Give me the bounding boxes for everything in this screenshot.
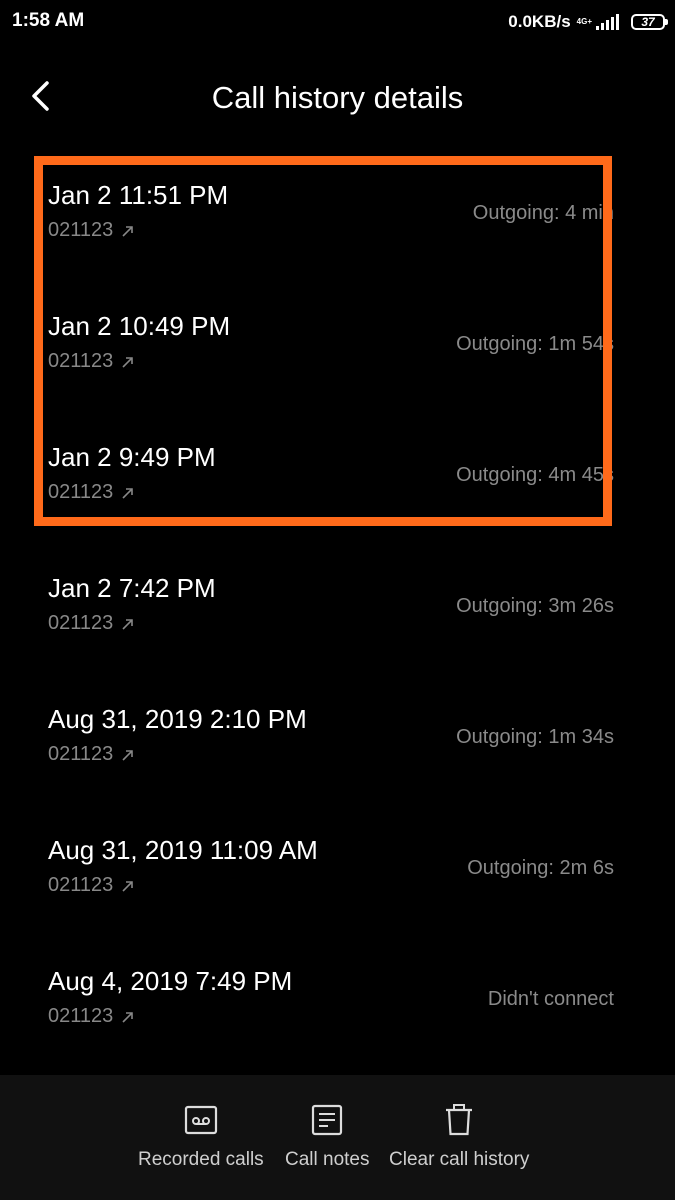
call-notes-label: Call notes bbox=[285, 1149, 370, 1170]
battery-icon: 37 bbox=[631, 14, 668, 30]
network-speed: 0.0KB/s bbox=[508, 12, 571, 31]
call-status: Outgoing: 4 min bbox=[472, 202, 614, 224]
call-notes-button[interactable]: Call notes bbox=[285, 1103, 370, 1171]
call-number-line: 021123 bbox=[48, 874, 135, 897]
call-row[interactable]: Jan 2 11:51 PM 021123 Outgoing: 4 min bbox=[0, 162, 675, 293]
call-status: Outgoing: 1m 54s bbox=[456, 333, 614, 355]
call-row[interactable]: Jan 2 9:49 PM 021123 Outgoing: 4m 45s bbox=[0, 424, 675, 555]
header: Call history details bbox=[0, 60, 675, 136]
page-title: Call history details bbox=[211, 80, 464, 115]
call-row[interactable]: Aug 31, 2019 11:09 AM 021123 Outgoing: 2… bbox=[0, 817, 675, 948]
call-row[interactable]: Jan 2 10:49 PM 021123 Outgoing: 1m 54s bbox=[0, 293, 675, 424]
call-number-line: 021123 bbox=[48, 481, 135, 504]
clear-call-history-label: Clear call history bbox=[389, 1149, 530, 1170]
call-datetime: Jan 2 10:49 PM bbox=[48, 311, 231, 341]
outgoing-arrow-icon bbox=[122, 880, 134, 892]
call-datetime: Jan 2 7:42 PM bbox=[48, 573, 216, 603]
call-number: 021123 bbox=[48, 1005, 114, 1027]
recorded-calls-button[interactable]: Recorded calls bbox=[138, 1103, 264, 1171]
call-row[interactable]: Jan 2 7:42 PM 021123 Outgoing: 3m 26s bbox=[0, 555, 675, 686]
call-row[interactable]: Aug 31, 2019 2:10 PM 021123 Outgoing: 1m… bbox=[0, 686, 675, 817]
clear-call-history-button[interactable]: Clear call history bbox=[389, 1103, 529, 1171]
outgoing-arrow-icon bbox=[122, 749, 134, 761]
bottom-action-bar: Recorded calls Call notes Clear call his… bbox=[0, 1075, 675, 1200]
call-number-line: 021123 bbox=[48, 350, 135, 373]
call-number: 021123 bbox=[48, 219, 114, 241]
call-number: 021123 bbox=[48, 612, 114, 634]
call-row[interactable]: Aug 4, 2019 7:49 PM 021123 Didn't connec… bbox=[0, 948, 675, 1079]
call-datetime: Aug 4, 2019 7:49 PM bbox=[48, 966, 293, 996]
call-status: Outgoing: 1m 34s bbox=[456, 726, 614, 748]
call-datetime: Aug 31, 2019 2:10 PM bbox=[48, 704, 307, 734]
call-status: Outgoing: 2m 6s bbox=[467, 857, 614, 879]
signal-icon bbox=[596, 14, 619, 30]
call-number-line: 021123 bbox=[48, 219, 135, 242]
outgoing-arrow-icon bbox=[122, 356, 134, 368]
status-time: 1:58 AM bbox=[12, 10, 85, 31]
call-number: 021123 bbox=[48, 743, 114, 765]
call-datetime: Jan 2 9:49 PM bbox=[48, 442, 216, 472]
call-number: 021123 bbox=[48, 481, 114, 503]
call-status: Outgoing: 3m 26s bbox=[456, 595, 614, 617]
call-status: Outgoing: 4m 45s bbox=[456, 464, 614, 486]
outgoing-arrow-icon bbox=[122, 618, 134, 630]
outgoing-arrow-icon bbox=[122, 1011, 134, 1023]
call-number: 021123 bbox=[48, 350, 114, 372]
call-status: Didn't connect bbox=[487, 988, 614, 1010]
call-number-line: 021123 bbox=[48, 612, 135, 635]
battery-level: 37 bbox=[641, 15, 655, 29]
status-bar: 1:58 AM 0.0KB/s 4G+ 37 bbox=[0, 0, 675, 44]
call-datetime: Aug 31, 2019 11:09 AM bbox=[48, 835, 318, 865]
cassette-icon bbox=[184, 1103, 218, 1137]
status-indicators: 0.0KB/s 4G+ 37 bbox=[508, 8, 668, 36]
notes-icon bbox=[310, 1103, 344, 1137]
call-number-line: 021123 bbox=[48, 743, 135, 766]
network-type: 4G+ bbox=[576, 17, 592, 26]
recorded-calls-label: Recorded calls bbox=[138, 1149, 264, 1170]
call-datetime: Jan 2 11:51 PM bbox=[48, 180, 229, 210]
call-number-line: 021123 bbox=[48, 1005, 135, 1028]
call-history-list: Jan 2 11:51 PM 021123 Outgoing: 4 min Ja… bbox=[0, 162, 675, 1079]
outgoing-arrow-icon bbox=[122, 225, 134, 237]
call-number: 021123 bbox=[48, 874, 114, 896]
outgoing-arrow-icon bbox=[122, 487, 134, 499]
trash-icon bbox=[442, 1103, 476, 1137]
